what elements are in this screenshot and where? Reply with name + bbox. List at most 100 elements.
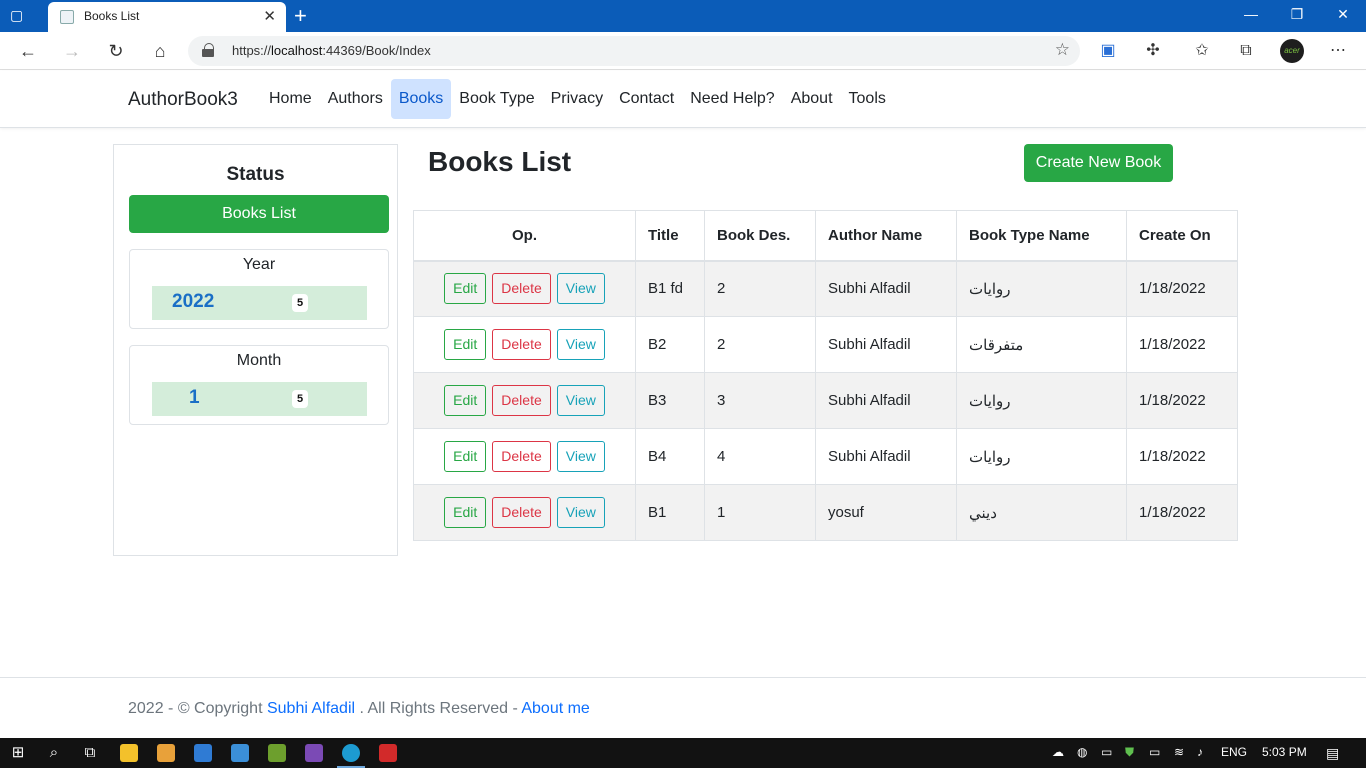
volume-icon[interactable]: ♪: [1197, 745, 1203, 759]
nav-contact[interactable]: Contact: [611, 79, 682, 119]
delete-button[interactable]: Delete: [492, 329, 551, 360]
year-count-badge: 5: [292, 294, 308, 312]
translate-icon[interactable]: ▣: [1096, 40, 1120, 62]
page-favicon-icon: [60, 10, 74, 24]
back-icon[interactable]: ←: [16, 40, 40, 62]
clock[interactable]: 5:03 PM: [1262, 745, 1307, 759]
cell-created: 1/18/2022: [1126, 484, 1238, 541]
footer-author-link[interactable]: Subhi Alfadil: [267, 700, 355, 717]
address-toolbar: ← → ↻ ⌂ https://localhost:44369/Book/Ind…: [0, 32, 1366, 70]
language-indicator[interactable]: ENG: [1221, 745, 1247, 759]
nav-book-type[interactable]: Book Type: [451, 79, 542, 119]
nav-home[interactable]: Home: [261, 79, 320, 119]
cell-title: B1 fd: [635, 260, 705, 317]
cell-desc: 1: [704, 484, 816, 541]
cloud-icon[interactable]: ☁: [1052, 745, 1064, 759]
nav-about[interactable]: About: [783, 79, 841, 119]
header-title: Title: [635, 210, 705, 262]
footer-copyright: 2022 - © Copyright: [128, 700, 263, 717]
mail-icon[interactable]: [194, 744, 212, 762]
tab-actions-icon[interactable]: ▢: [10, 7, 28, 25]
view-button[interactable]: View: [556, 329, 605, 360]
favorites-icon[interactable]: ✩: [1190, 40, 1214, 62]
view-button[interactable]: View: [556, 385, 605, 416]
window-close-icon[interactable]: ✕: [1333, 6, 1353, 23]
cell-desc: 2: [704, 316, 816, 373]
cell-type: متفرقات: [956, 316, 1127, 373]
windows-taskbar: ⊞ ⌕ ⧉ ☁ ◍ ▭ ⛊ ▭ ≋ ♪ ENG 5:03 PM ▤: [0, 738, 1366, 768]
notifications-icon[interactable]: ▤: [1326, 745, 1339, 762]
profile-avatar[interactable]: acer: [1280, 39, 1304, 63]
nav-privacy[interactable]: Privacy: [543, 79, 611, 119]
control-panel-icon[interactable]: [231, 744, 249, 762]
books-list-button[interactable]: Books List: [129, 195, 389, 233]
status-sidebar: Status Books List Year 2022 5 Month 1 5: [113, 144, 398, 556]
page-title: Books List: [428, 146, 572, 177]
brand-link[interactable]: AuthorBook3: [128, 89, 238, 111]
view-button[interactable]: View: [556, 497, 605, 528]
refresh-icon[interactable]: ↻: [104, 40, 128, 62]
security-icon[interactable]: ⛊: [1125, 745, 1134, 760]
table-row: Edit Delete View B1 fd 2 Subhi Alfadil روا…: [413, 260, 1238, 317]
edge-icon[interactable]: [342, 744, 360, 762]
restore-icon[interactable]: ❐: [1287, 6, 1307, 23]
extensions-icon[interactable]: ✣: [1141, 40, 1165, 62]
app-navbar: AuthorBook3 Home Authors Books Book Type…: [0, 71, 1366, 128]
year-row[interactable]: 2022 5: [152, 286, 367, 320]
tab-close-icon[interactable]: ✕: [263, 7, 276, 25]
cell-created: 1/18/2022: [1126, 372, 1238, 429]
delete-button[interactable]: Delete: [492, 497, 551, 528]
visual-studio-icon[interactable]: [305, 744, 323, 762]
delete-button[interactable]: Delete: [492, 385, 551, 416]
edit-button[interactable]: Edit: [444, 441, 487, 472]
month-row[interactable]: 1 5: [152, 382, 367, 416]
minimize-icon[interactable]: —: [1241, 6, 1261, 22]
status-title: Status: [226, 164, 285, 185]
year-value: 2022: [172, 291, 215, 312]
footer-about-link[interactable]: About me: [521, 700, 589, 717]
nav-books[interactable]: Books: [390, 79, 452, 119]
url-text[interactable]: https://localhost:44369/Book/Index: [232, 43, 431, 58]
battery-icon[interactable]: ▭: [1149, 745, 1160, 759]
search-icon[interactable]: ⌕: [44, 743, 64, 763]
nav-authors[interactable]: Authors: [320, 79, 391, 119]
edit-button[interactable]: Edit: [444, 385, 487, 416]
edit-button[interactable]: Edit: [444, 497, 487, 528]
task-view-icon[interactable]: ⧉: [80, 743, 100, 763]
cell-author: Subhi Alfadil: [815, 372, 957, 429]
more-menu-icon[interactable]: ⋯: [1326, 40, 1350, 62]
file-explorer-icon[interactable]: [120, 744, 138, 762]
tray-app-icon[interactable]: ◍: [1077, 745, 1087, 759]
home-icon[interactable]: ⌂: [148, 40, 172, 62]
delete-button[interactable]: Delete: [492, 273, 551, 305]
forward-icon[interactable]: →: [60, 40, 84, 62]
view-button[interactable]: View: [556, 441, 605, 472]
acrobat-icon[interactable]: [379, 744, 397, 762]
windows-start-icon[interactable]: ⊞: [8, 743, 28, 763]
url-field[interactable]: https://localhost:44369/Book/Index ☆: [188, 36, 1080, 66]
wifi-icon[interactable]: ≋: [1174, 745, 1184, 759]
device-icon[interactable]: ▭: [1101, 745, 1112, 759]
cell-title: B4: [635, 428, 705, 485]
browser-tab[interactable]: Books List ✕: [48, 2, 286, 32]
view-button[interactable]: View: [556, 273, 605, 305]
collections-icon[interactable]: ⧉: [1234, 40, 1258, 62]
create-new-book-button[interactable]: Create New Book: [1024, 144, 1173, 182]
nav-tools[interactable]: Tools: [841, 79, 894, 119]
edit-button[interactable]: Edit: [444, 273, 487, 305]
nav-need-help[interactable]: Need Help?: [682, 79, 783, 119]
sticky-app-icon[interactable]: [268, 744, 286, 762]
cell-author: yosuf: [815, 484, 957, 541]
edit-button[interactable]: Edit: [444, 329, 487, 360]
new-tab-icon[interactable]: +: [294, 3, 307, 29]
cell-author: Subhi Alfadil: [815, 428, 957, 485]
add-favorite-icon[interactable]: ☆: [1055, 40, 1070, 60]
footer-rights: . All Rights Reserved -: [359, 700, 518, 717]
table-row: Edit Delete View B2 2 Subhi Alfadil متفرقا…: [413, 316, 1238, 373]
lock-icon[interactable]: [202, 43, 214, 57]
cell-created: 1/18/2022: [1126, 316, 1238, 373]
cell-type: ديني: [956, 484, 1127, 541]
delete-button[interactable]: Delete: [492, 441, 551, 472]
browser-tab-bar: ▢ Books List ✕ + — ❐ ✕: [0, 0, 1366, 32]
store-icon[interactable]: [157, 744, 175, 762]
